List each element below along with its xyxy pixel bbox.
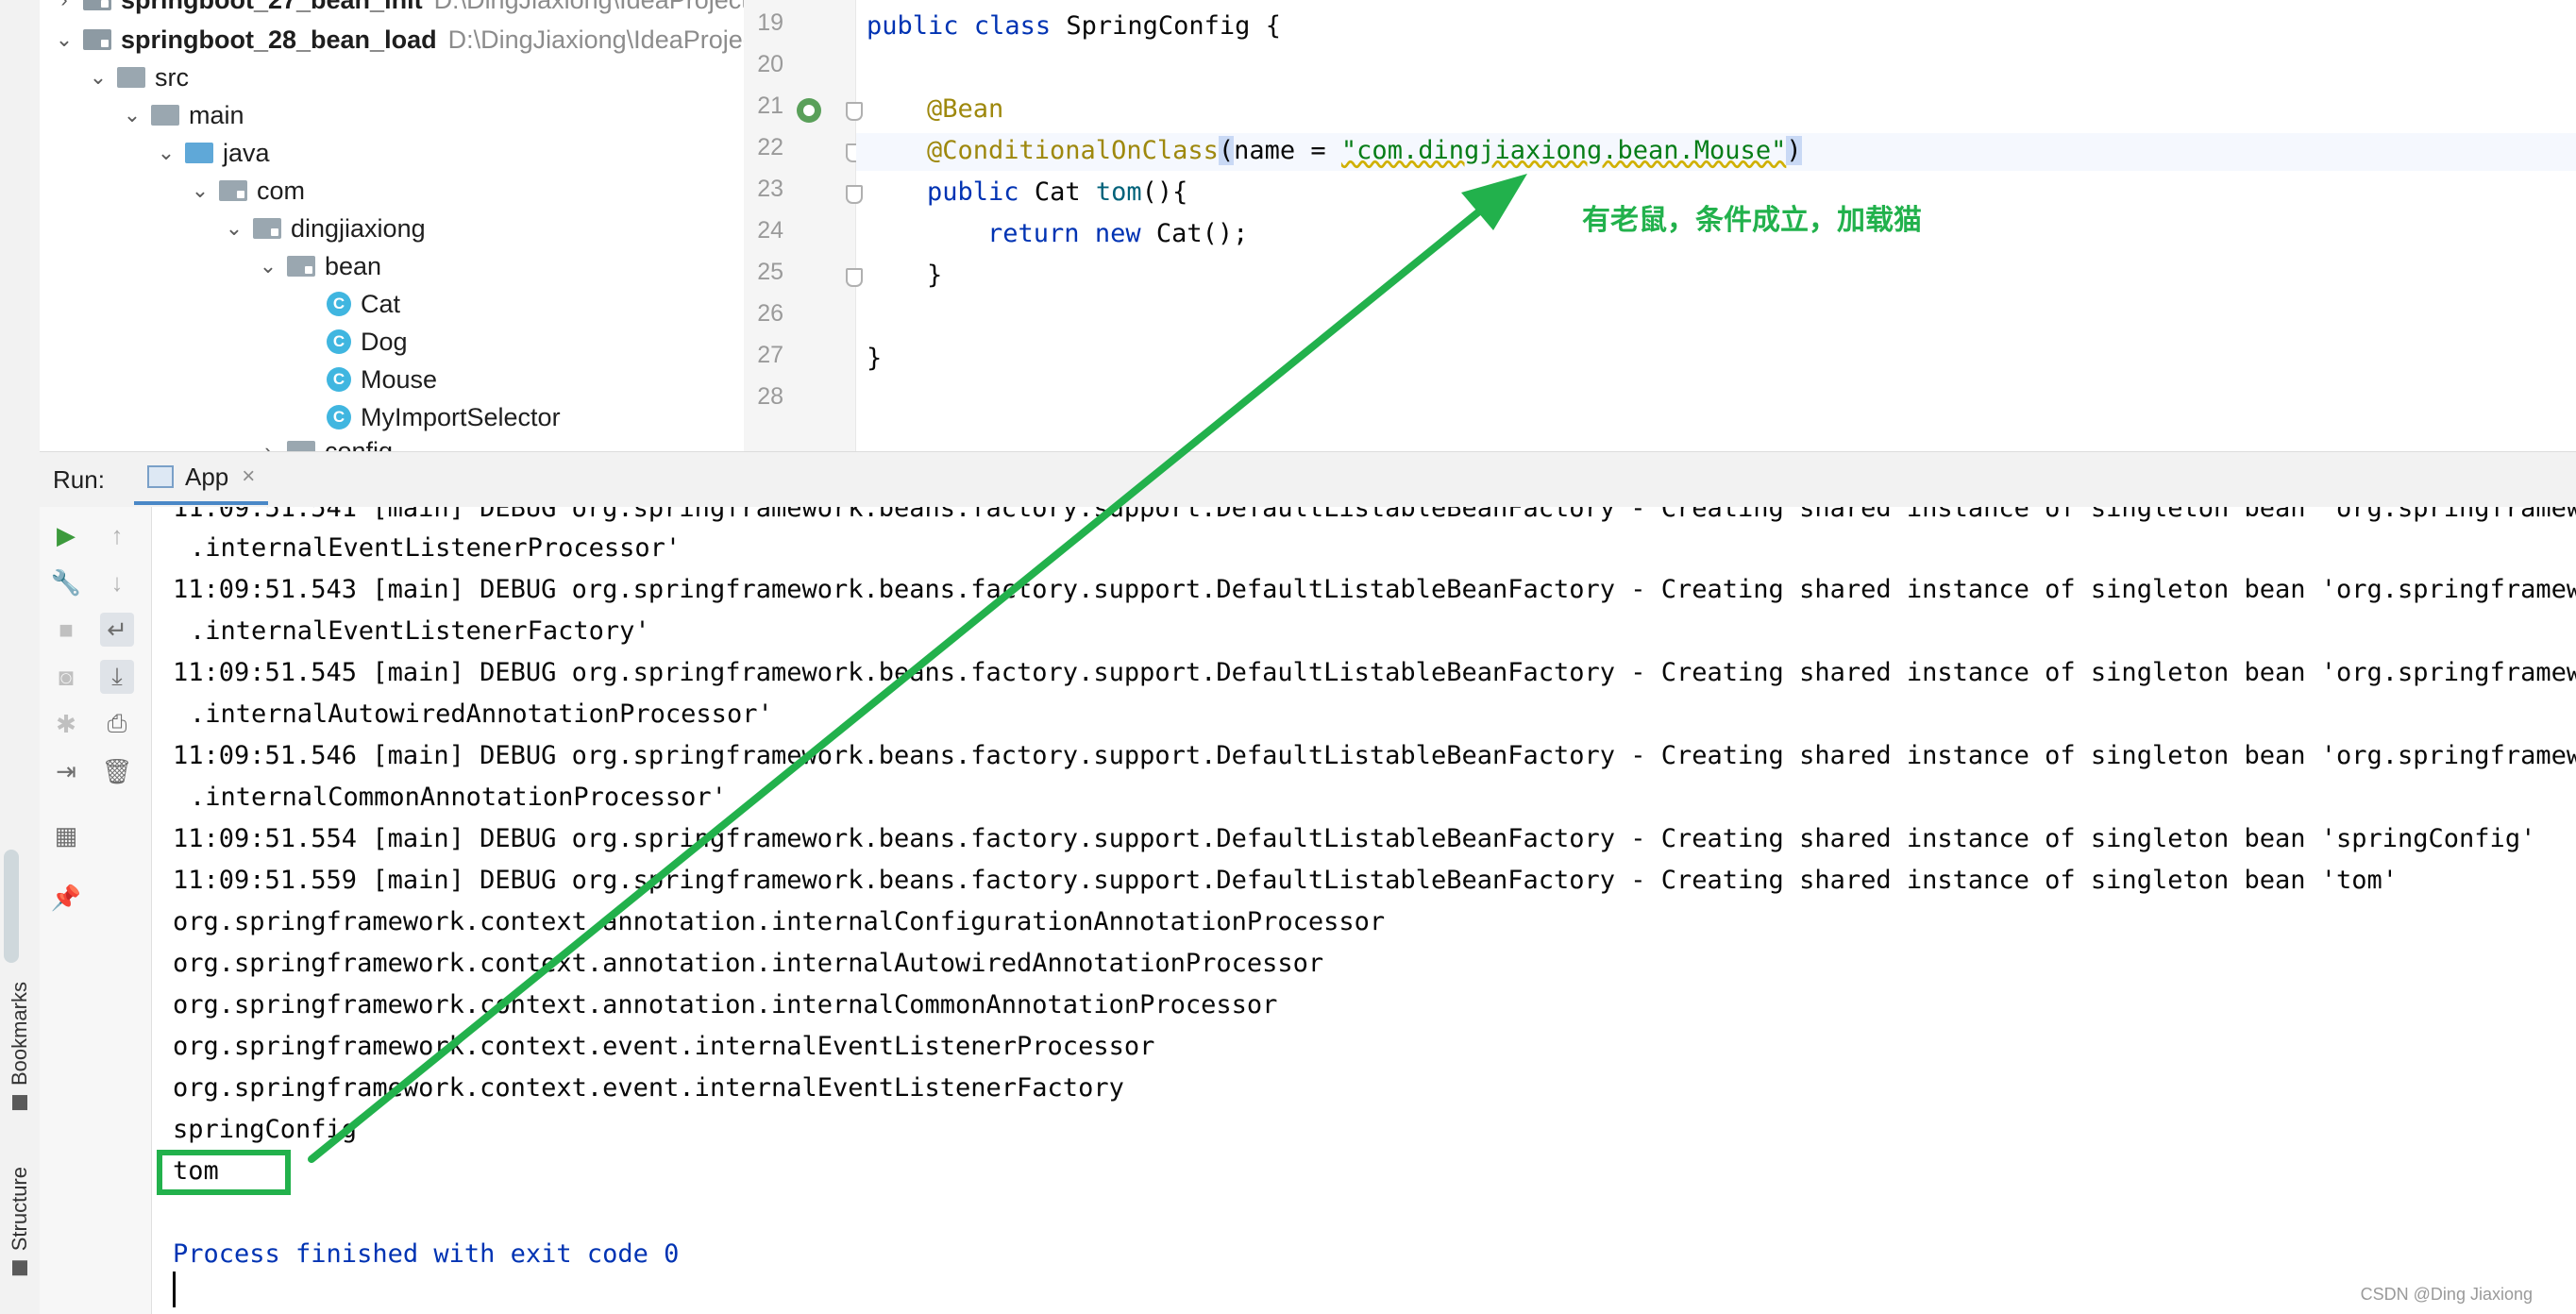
annotation-arrow — [308, 174, 1527, 1163]
annotation-text: 有老鼠，条件成立，加载猫 — [1582, 205, 1922, 236]
annotation-highlight-box — [157, 1150, 291, 1195]
watermark: CSDN @Ding Jiaxiong — [2360, 1285, 2533, 1304]
